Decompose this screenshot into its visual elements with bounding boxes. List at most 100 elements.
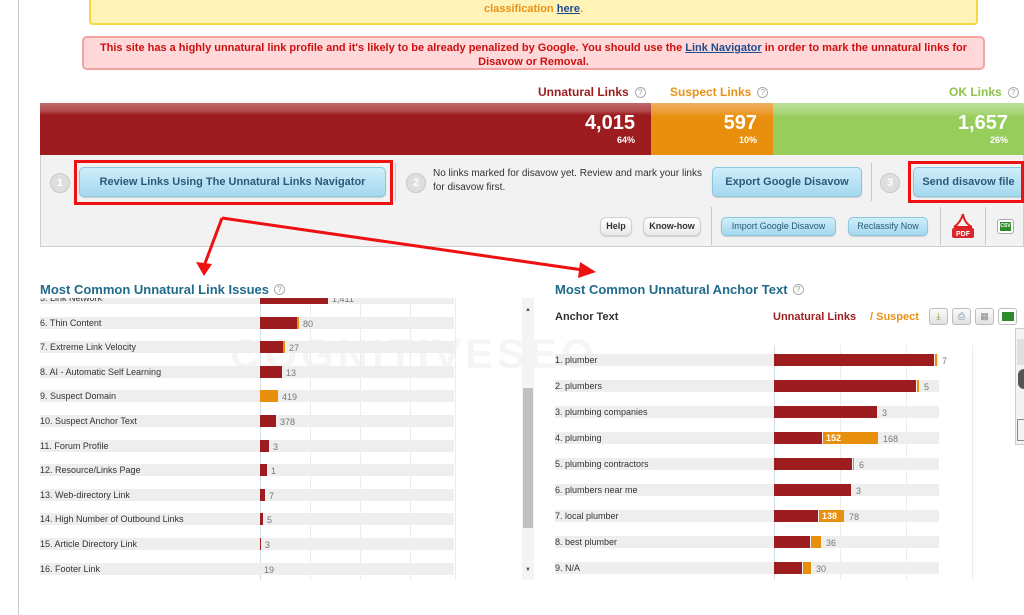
issue-row[interactable]: 14. High Number of Outbound Links 5 — [40, 507, 536, 531]
link-issues-scrollbar[interactable]: ▲ ▼ — [522, 298, 534, 580]
anchor-label: 5. plumbing contractors — [555, 459, 649, 469]
import-google-disavow-button[interactable]: Import Google Disavow — [721, 217, 836, 236]
issue-row[interactable]: 10. Suspect Anchor Text 378 — [40, 409, 536, 433]
ok-percent: 26% — [989, 135, 1008, 145]
scroll-up-icon[interactable]: ▲ — [522, 304, 534, 316]
help-icon[interactable]: ? — [273, 284, 285, 295]
unnatural-segment[interactable]: 4,015 64% — [40, 103, 651, 155]
anchor-row[interactable]: 2. plumbers 5 — [555, 374, 995, 398]
issue-row[interactable]: 12. Resource/Links Page 1 — [40, 458, 536, 482]
anchor-row[interactable]: 9. N/A 30 — [555, 556, 995, 580]
anchor-row[interactable]: 8. best plumber 36 — [555, 530, 995, 554]
issue-row[interactable]: 8. AI - Automatic Self Learning 13 — [40, 360, 536, 384]
anchor-value: 168 — [883, 434, 899, 444]
anchor-row[interactable]: 5. plumbing contractors 6 — [555, 452, 995, 476]
issue-row[interactable]: 15. Article Directory Link 3 — [40, 532, 536, 556]
issue-label: 7. Extreme Link Velocity — [40, 342, 137, 353]
know-how-button[interactable]: Know-how — [643, 217, 701, 236]
unnatural-bar[interactable] — [774, 536, 810, 548]
warning-text: This site has a highly unnatural link pr… — [99, 42, 686, 54]
suspect-bar[interactable] — [935, 354, 937, 366]
issue-label: 15. Article Directory Link — [40, 539, 138, 549]
issue-row[interactable]: 9. Suspect Domain 419 — [40, 384, 536, 408]
suspect-bar[interactable] — [803, 562, 811, 574]
help-icon[interactable]: ? — [757, 87, 769, 98]
suspect-bar[interactable] — [853, 458, 854, 470]
unnatural-bar[interactable] — [260, 415, 276, 427]
unnatural-bar[interactable] — [774, 484, 851, 496]
issue-row[interactable]: 16. Footer Link 19 — [40, 557, 536, 580]
label-text: Suspect Links — [670, 85, 752, 99]
pdf-label: PDF — [956, 231, 971, 238]
help-icon[interactable]: ? — [634, 87, 646, 98]
unnatural-bar[interactable] — [774, 380, 916, 392]
unnatural-bar[interactable] — [774, 406, 877, 418]
anchor-row[interactable]: 3. plumbing companies 3 — [555, 400, 995, 424]
ok-segment[interactable]: 1,657 26% — [773, 103, 1024, 155]
suspect-segment[interactable]: 597 10% — [651, 103, 773, 155]
link-issues-title: Most Common Unnatural Link Issues? — [40, 282, 285, 297]
anchor-text-title: Most Common Unnatural Anchor Text? — [555, 282, 804, 297]
download-icon[interactable]: ⤓ — [929, 308, 948, 325]
issue-value: 3 — [273, 441, 279, 452]
suspect-bar[interactable] — [297, 316, 299, 329]
page-border — [18, 0, 19, 615]
divider — [395, 163, 396, 201]
unnatural-links-column-header[interactable]: Unnatural Links — [773, 311, 856, 323]
suspect-bar[interactable] — [917, 380, 919, 392]
issue-row[interactable]: 5. Link Network 1,411 — [40, 298, 536, 310]
issue-label: 5. Link Network — [40, 298, 103, 303]
reclassify-now-button[interactable]: Reclassify Now — [848, 217, 928, 236]
help-icon[interactable]: ? — [792, 284, 804, 295]
issue-value: 419 — [282, 392, 298, 403]
unnatural-bar[interactable] — [774, 562, 802, 574]
anchor-row[interactable]: 1. plumber 7 — [555, 348, 995, 372]
issue-label: 8. AI - Automatic Self Learning — [40, 366, 162, 377]
issue-row[interactable]: 7. Extreme Link Velocity 27 — [40, 335, 536, 359]
scroll-down-icon[interactable]: ▼ — [522, 564, 534, 576]
unnatural-bar[interactable] — [260, 298, 328, 304]
anchor-text-chart: 1. plumber 7 2. plumbers 5 3. plumbing compa… — [555, 345, 995, 580]
link-navigator-link[interactable]: Link Navigator — [685, 42, 761, 54]
issue-value: 27 — [289, 343, 300, 354]
suspect-column-header[interactable]: / Suspect — [870, 311, 919, 323]
print-icon[interactable]: ⎙ — [952, 308, 971, 325]
anchor-text-column-header[interactable]: Anchor Text — [555, 311, 618, 323]
anchor-row[interactable]: 6. plumbers near me 3 — [555, 478, 995, 502]
unnatural-bar[interactable] — [774, 354, 934, 366]
suspect-bar[interactable] — [811, 536, 821, 548]
unnatural-bar[interactable] — [260, 341, 283, 354]
csv-export-icon[interactable]: CSV — [997, 219, 1014, 234]
unnatural-bar[interactable] — [774, 458, 852, 470]
unnatural-bar[interactable] — [774, 510, 818, 522]
anchor-row[interactable]: 4. plumbing 152 168 — [555, 426, 995, 450]
suspect-bar[interactable] — [283, 341, 285, 354]
unnatural-bar[interactable] — [260, 513, 263, 526]
unnatural-bar[interactable] — [260, 538, 261, 550]
unnatural-bar[interactable] — [260, 439, 269, 452]
help-icon[interactable]: ? — [1007, 87, 1019, 98]
unnatural-links-label: Unnatural Links? — [538, 85, 646, 99]
help-button[interactable]: Help — [600, 217, 632, 236]
issue-label: 6. Thin Content — [40, 317, 102, 328]
unnatural-bar[interactable] — [260, 365, 282, 378]
scroll-thumb[interactable] — [523, 388, 533, 528]
csv-download-icon[interactable] — [998, 308, 1017, 325]
issue-row[interactable]: 13. Web-directory Link 7 — [40, 483, 536, 507]
issue-row[interactable]: 11. Forum Profile 3 — [40, 434, 536, 458]
export-google-disavow-button[interactable]: Export Google Disavow — [712, 167, 862, 197]
unnatural-bar[interactable] — [260, 464, 267, 477]
anchor-value: 3 — [856, 486, 862, 496]
anchor-row[interactable]: 7. local plumber 138 78 — [555, 504, 995, 528]
ok-links-label: OK Links? — [949, 85, 1019, 99]
classification-here-link[interactable]: here — [557, 3, 580, 15]
issue-row[interactable]: 6. Thin Content 80 — [40, 311, 536, 335]
anchor-label: 4. plumbing — [555, 433, 602, 443]
suspect-bar[interactable] — [260, 390, 278, 403]
side-feedback-widget[interactable] — [1015, 328, 1024, 445]
pdf-export-icon[interactable]: PDF — [951, 213, 975, 239]
table-view-icon[interactable]: ▦ — [975, 308, 994, 325]
unnatural-bar[interactable] — [774, 432, 822, 444]
unnatural-bar[interactable] — [260, 316, 297, 329]
unnatural-bar[interactable] — [260, 488, 265, 501]
